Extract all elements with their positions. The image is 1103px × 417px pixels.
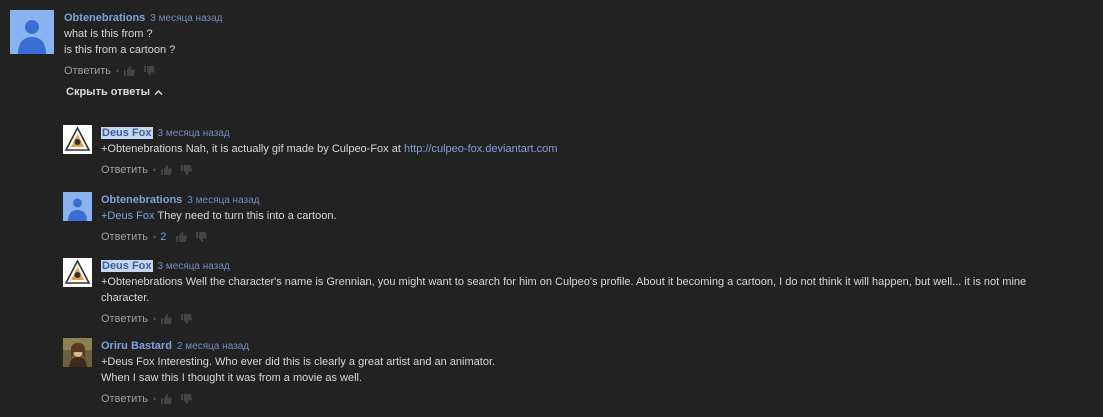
comment-header: Deus Fox 3 месяца назад bbox=[101, 258, 1096, 272]
hide-replies-button[interactable]: Скрыть ответы bbox=[66, 84, 163, 100]
comments-section: Obtenebrations 3 месяца назад what is thi… bbox=[0, 0, 1103, 417]
reply-comment: Deus Fox 3 месяца назад +Obtenebrations W… bbox=[63, 258, 1098, 330]
thumbs-up-icon[interactable] bbox=[123, 65, 136, 77]
separator-dot: • bbox=[116, 66, 120, 76]
comment-text: +Obtenebrations Well the character's nam… bbox=[101, 274, 1096, 306]
thumbs-up-icon[interactable] bbox=[175, 231, 188, 243]
reply-button[interactable]: Ответить bbox=[101, 231, 148, 243]
thumbs-up-icon[interactable] bbox=[160, 313, 173, 325]
author-name[interactable]: Obtenebrations bbox=[64, 12, 145, 24]
comment-text: +Obtenebrations Nah, it is actually gif … bbox=[101, 141, 557, 157]
reply-button[interactable]: Ответить bbox=[101, 164, 148, 176]
thumbs-up-icon[interactable] bbox=[160, 393, 173, 405]
comment-line: +Obtenebrations Well the character's nam… bbox=[101, 276, 1027, 288]
reply-button[interactable]: Ответить bbox=[101, 313, 148, 325]
author-name[interactable]: Obtenebrations bbox=[101, 194, 182, 206]
thumbs-down-icon[interactable] bbox=[143, 65, 156, 77]
timestamp[interactable]: 3 месяца назад bbox=[187, 195, 259, 206]
comment-actions: Ответить • bbox=[101, 162, 557, 178]
comment-text: +Deus Fox Interesting. Who ever did this… bbox=[101, 354, 495, 386]
comment-line: character. bbox=[101, 292, 150, 304]
thumbs-down-icon[interactable] bbox=[180, 313, 193, 325]
comment-body: Nah, it is actually gif made by Culpeo-F… bbox=[182, 143, 404, 155]
comment-text: +Deus Fox They need to turn this into a … bbox=[101, 208, 337, 224]
comment-header: Obtenebrations 3 месяца назад bbox=[101, 192, 337, 206]
thumbs-up-icon[interactable] bbox=[160, 164, 173, 176]
default-user-icon[interactable] bbox=[10, 10, 54, 54]
logo-avatar-icon[interactable] bbox=[63, 258, 92, 287]
reply-button[interactable]: Ответить bbox=[101, 393, 148, 405]
comment-actions: Ответить • 2 bbox=[101, 229, 337, 245]
comment-actions: Ответить • bbox=[101, 311, 1096, 327]
timestamp[interactable]: 3 месяца назад bbox=[158, 128, 230, 139]
thumbs-down-icon[interactable] bbox=[180, 393, 193, 405]
comment-line: what is this from ? bbox=[64, 28, 153, 40]
reply-comment: Oriru Bastard 2 месяца назад +Deus Fox In… bbox=[63, 338, 1093, 410]
author-name[interactable]: Deus Fox bbox=[101, 127, 153, 139]
comment-top: Obtenebrations 3 месяца назад what is thi… bbox=[10, 10, 1090, 82]
like-count: 2 bbox=[160, 231, 167, 243]
comment-line: is this from a cartoon ? bbox=[64, 44, 176, 56]
separator-dot: • bbox=[153, 394, 157, 404]
timestamp[interactable]: 3 месяца назад bbox=[150, 13, 222, 24]
reply-comment: Obtenebrations 3 месяца назад +Deus Fox T… bbox=[63, 192, 1093, 248]
timestamp[interactable]: 3 месяца назад bbox=[158, 261, 230, 272]
comment-mention: +Obtenebrations bbox=[101, 143, 183, 155]
comment-line: +Deus Fox Interesting. Who ever did this… bbox=[101, 356, 496, 368]
comment-mention[interactable]: +Deus Fox bbox=[101, 210, 155, 222]
author-name[interactable]: Deus Fox bbox=[101, 260, 153, 272]
default-user-icon[interactable] bbox=[63, 192, 92, 221]
comment-header: Oriru Bastard 2 месяца назад bbox=[101, 338, 495, 352]
hide-replies-label: Скрыть ответы bbox=[66, 86, 150, 98]
separator-dot: • bbox=[153, 314, 157, 324]
author-name[interactable]: Oriru Bastard bbox=[101, 340, 172, 352]
photo-avatar-icon[interactable] bbox=[63, 338, 92, 367]
logo-avatar-icon[interactable] bbox=[63, 125, 92, 154]
comment-header: Obtenebrations 3 месяца назад bbox=[64, 10, 223, 24]
separator-dot: • bbox=[153, 165, 157, 175]
comment-link[interactable]: http://culpeo-fox.deviantart.com bbox=[404, 143, 557, 155]
separator-dot: • bbox=[153, 232, 157, 242]
comment-actions: Ответить • bbox=[64, 63, 223, 79]
reply-button[interactable]: Ответить bbox=[64, 65, 111, 77]
comment-body: They need to turn this into a cartoon. bbox=[154, 210, 337, 222]
comment-header: Deus Fox 3 месяца назад bbox=[101, 125, 557, 139]
thumbs-down-icon[interactable] bbox=[180, 164, 193, 176]
comment-text: what is this from ? is this from a carto… bbox=[64, 26, 223, 58]
timestamp[interactable]: 2 месяца назад bbox=[177, 341, 249, 352]
thumbs-down-icon[interactable] bbox=[195, 231, 208, 243]
comment-actions: Ответить • bbox=[101, 391, 495, 407]
comment-line: When I saw this I thought it was from a … bbox=[101, 372, 363, 384]
reply-comment: Deus Fox 3 месяца назад +Obtenebrations N… bbox=[63, 125, 1093, 181]
chevron-up-icon bbox=[154, 86, 163, 102]
